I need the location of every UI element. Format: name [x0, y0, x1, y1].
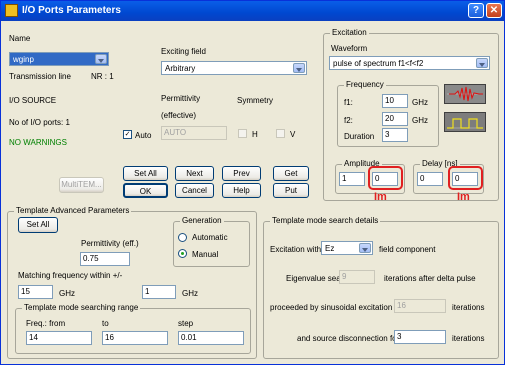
- help-title-button[interactable]: ?: [468, 3, 484, 18]
- template-permittivity-label: Permittivity (eff.): [81, 239, 139, 248]
- nr-label: NR : 1: [91, 72, 114, 81]
- exciting-field-select[interactable]: Arbitrary: [161, 61, 307, 75]
- app-icon: [5, 4, 18, 17]
- f1-field[interactable]: 10: [382, 94, 408, 108]
- template-permittivity-field[interactable]: 0.75: [80, 252, 130, 266]
- permittivity-field[interactable]: AUTO: [161, 126, 227, 140]
- field-component-label: field component: [379, 245, 436, 254]
- set-all-button[interactable]: Set All: [123, 166, 168, 181]
- io-source-label: I/O SOURCE: [9, 96, 57, 105]
- multitem-button[interactable]: MultiTEM...: [59, 177, 104, 193]
- chevron-down-icon[interactable]: [95, 54, 107, 64]
- delay-im-annotation: Im: [457, 191, 470, 203]
- permittivity-sub-label: (effective): [161, 111, 196, 120]
- sinusoidal-iterations-field[interactable]: 16: [394, 299, 446, 313]
- amplitude-im-highlight: [368, 166, 403, 190]
- duration-label: Duration: [344, 132, 375, 141]
- search-details-label: Template mode search details: [270, 216, 381, 225]
- delay-re-field[interactable]: 0: [417, 172, 443, 186]
- close-button[interactable]: ✕: [486, 3, 502, 18]
- h-checkbox[interactable]: [238, 129, 247, 138]
- h-label: H: [252, 130, 258, 139]
- symmetry-label: Symmetry: [237, 96, 273, 105]
- matching-frequency-unit: GHz: [59, 289, 75, 298]
- pulse-waveform-graphic: [447, 86, 483, 102]
- pulse-waveform-icon[interactable]: [444, 84, 486, 104]
- tolerance-field[interactable]: 1: [142, 285, 176, 299]
- spectrum-graphic: [447, 118, 483, 129]
- to-label: to: [102, 319, 109, 328]
- to-field[interactable]: 16: [102, 331, 168, 345]
- f2-unit: GHz: [412, 116, 428, 125]
- name-select[interactable]: wginp: [9, 52, 109, 66]
- name-label: Name: [9, 34, 31, 43]
- f1-label: f1:: [344, 98, 353, 107]
- put-button[interactable]: Put: [273, 183, 309, 198]
- disconnection-label: and source disconnection for: [297, 334, 400, 343]
- eigenvalue-iterations-field[interactable]: 9: [339, 270, 375, 284]
- freq-from-field[interactable]: 14: [26, 331, 92, 345]
- next-button[interactable]: Next: [175, 166, 214, 181]
- manual-label: Manual: [192, 250, 219, 259]
- search-range-label: Template mode searching range: [22, 303, 141, 312]
- manual-radio[interactable]: [178, 249, 187, 258]
- name-select-value: wginp: [13, 55, 34, 64]
- prev-button[interactable]: Prev: [222, 166, 261, 181]
- sinusoidal-label: proceeded by sinusoidal excitation for: [270, 303, 404, 312]
- transmission-line-label: Transmission line: [9, 72, 71, 81]
- help-button[interactable]: Help: [222, 183, 261, 198]
- excitation-with-label: Excitation with: [270, 245, 322, 254]
- auto-checkbox[interactable]: ✓: [123, 130, 132, 139]
- amplitude-im-annotation: Im: [374, 191, 387, 203]
- chevron-down-icon[interactable]: [293, 63, 305, 73]
- exciting-field-value: Arbitrary: [165, 64, 196, 73]
- ok-button[interactable]: OK: [123, 183, 168, 198]
- spectrum-icon[interactable]: [444, 112, 486, 132]
- amplitude-re-field[interactable]: 1: [339, 172, 365, 186]
- disconnection-suffix: iterations: [452, 334, 485, 343]
- exciting-field-label: Exciting field: [161, 47, 206, 56]
- f2-field[interactable]: 20: [382, 112, 408, 126]
- chevron-down-icon[interactable]: [359, 243, 371, 253]
- v-label: V: [290, 130, 296, 139]
- duration-field[interactable]: 3: [382, 128, 408, 142]
- field-component-value: Ez: [325, 244, 335, 253]
- field-component-select[interactable]: Ez: [321, 241, 373, 255]
- excitation-group-label: Excitation: [330, 28, 369, 37]
- sinusoidal-suffix: iterations: [452, 303, 485, 312]
- chevron-down-icon[interactable]: [476, 58, 488, 68]
- step-field[interactable]: 0.01: [178, 331, 244, 345]
- v-checkbox[interactable]: [276, 129, 285, 138]
- get-button[interactable]: Get: [273, 166, 309, 181]
- f1-unit: GHz: [412, 98, 428, 107]
- matching-frequency-field[interactable]: 15: [18, 285, 53, 299]
- frequency-group-label: Frequency: [344, 80, 386, 89]
- waveform-select[interactable]: pulse of spectrum f1<f<f2: [329, 56, 490, 70]
- delay-im-highlight: [448, 166, 483, 190]
- template-set-all-button[interactable]: Set All: [18, 217, 58, 233]
- permittivity-label: Permittivity: [161, 94, 201, 103]
- waveform-value: pulse of spectrum f1<f<f2: [333, 59, 424, 68]
- generation-group-label: Generation: [180, 216, 224, 225]
- disconnection-iterations-field[interactable]: 3: [394, 330, 446, 344]
- f2-label: f2:: [344, 116, 353, 125]
- waveform-label: Waveform: [331, 44, 368, 53]
- template-advanced-label: Template Advanced Parameters: [14, 206, 132, 215]
- io-ports-dialog: I/O Ports Parameters ? ✕ Name wginp Tran…: [0, 0, 505, 365]
- automatic-label: Automatic: [192, 233, 228, 242]
- automatic-radio[interactable]: [178, 233, 187, 242]
- window-title: I/O Ports Parameters: [22, 5, 121, 16]
- warnings-label: NO WARNINGS: [9, 138, 67, 147]
- tolerance-unit: GHz: [182, 289, 198, 298]
- step-label: step: [178, 319, 194, 328]
- freq-from-label: Freq.: from: [26, 319, 66, 328]
- auto-label: Auto: [135, 131, 152, 140]
- eigenvalue-suffix: iterations after delta pulse: [384, 274, 476, 283]
- ports-count-label: No of I/O ports: 1: [9, 118, 70, 127]
- generation-group: Generation: [173, 216, 250, 267]
- title-bar[interactable]: I/O Ports Parameters ? ✕: [1, 1, 504, 21]
- cancel-button[interactable]: Cancel: [175, 183, 214, 198]
- matching-frequency-label: Matching frequency within +/-: [18, 271, 123, 280]
